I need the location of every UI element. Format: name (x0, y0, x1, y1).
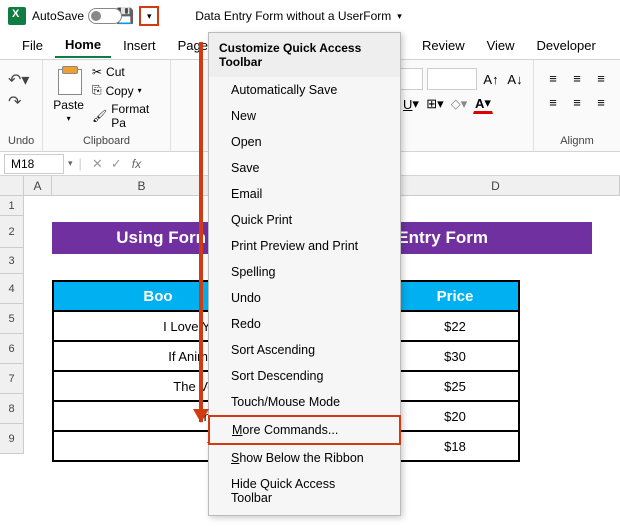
row-header[interactable]: 7 (0, 364, 24, 394)
paste-button[interactable]: Paste ▾ (51, 64, 86, 125)
col-header-d[interactable]: D (372, 176, 620, 195)
col-header-b[interactable]: B (52, 176, 232, 195)
tab-insert[interactable]: Insert (113, 34, 166, 57)
row-header[interactable]: 3 (0, 248, 24, 274)
row-header[interactable]: 2 (0, 216, 24, 248)
qat-dropdown-button[interactable]: ▾ (139, 6, 159, 26)
qat-customize-menu: Customize Quick Access Toolbar Automatic… (208, 32, 401, 516)
cell-price[interactable]: $30 (391, 341, 519, 371)
cut-icon: ✂ (92, 65, 102, 79)
menu-new[interactable]: New (209, 103, 400, 129)
document-title: Data Entry Form without a UserForm (195, 9, 391, 23)
tab-home[interactable]: Home (55, 33, 111, 58)
autosave-toggle[interactable]: AutoSave Off (32, 8, 111, 24)
undo-button[interactable]: ↶▾ (8, 70, 29, 90)
tab-developer[interactable]: Developer (527, 34, 606, 57)
align-bottom-icon[interactable]: ≡ (590, 68, 612, 88)
banner-left-text: Using Forn (52, 222, 208, 254)
menu-email[interactable]: Email (209, 181, 400, 207)
menu-spelling[interactable]: Spelling (209, 259, 400, 285)
tab-review[interactable]: Review (412, 34, 475, 57)
undo-group-label: Undo (8, 135, 34, 147)
tab-view[interactable]: View (477, 34, 525, 57)
format-painter-button[interactable]: 🖌Format Pa (90, 101, 162, 131)
paste-icon (55, 66, 83, 96)
fill-color-button[interactable]: ◇▾ (449, 94, 469, 114)
fx-icon[interactable]: fx (126, 157, 147, 171)
menu-hide-qat[interactable]: Hide Quick Access Toolbar (209, 471, 400, 511)
annotation-arrow (199, 42, 203, 422)
cut-button[interactable]: ✂Cut (90, 64, 162, 80)
clipboard-group-label: Clipboard (51, 135, 161, 147)
tab-file[interactable]: File (12, 34, 53, 57)
copy-button[interactable]: ⎘Copy▾ (90, 82, 162, 99)
decrease-font-icon[interactable]: A↓ (505, 69, 525, 89)
menu-sort-desc[interactable]: Sort Descending (209, 363, 400, 389)
align-right-icon[interactable]: ≡ (590, 92, 612, 112)
font-color-button[interactable]: A▾ (473, 94, 493, 114)
toggle-switch-icon[interactable] (88, 8, 122, 24)
col-header-a[interactable]: A (24, 176, 52, 195)
font-size-box[interactable] (427, 68, 477, 90)
cell-price[interactable]: $18 (391, 431, 519, 461)
cell-price[interactable]: $25 (391, 371, 519, 401)
menu-sort-asc[interactable]: Sort Ascending (209, 337, 400, 363)
confirm-icon[interactable]: ✓ (107, 156, 126, 172)
brush-icon: 🖌 (92, 109, 107, 123)
redo-button[interactable]: ↷ (8, 92, 21, 112)
row-header[interactable]: 8 (0, 394, 24, 424)
menu-save[interactable]: Save (209, 155, 400, 181)
row-header[interactable]: 6 (0, 334, 24, 364)
menu-auto-save[interactable]: Automatically Save (209, 77, 400, 103)
cell-price[interactable]: $22 (391, 311, 519, 341)
row-header[interactable]: 4 (0, 274, 24, 304)
copy-icon: ⎘ (92, 83, 102, 98)
menu-quick-print[interactable]: Quick Print (209, 207, 400, 233)
title-bar: AutoSave Off 💾 ▾ Data Entry Form without… (0, 0, 620, 32)
menu-touch-mode[interactable]: Touch/Mouse Mode (209, 389, 400, 415)
alignment-group-label: Alignm (542, 135, 612, 147)
excel-logo-icon (8, 7, 26, 25)
menu-open[interactable]: Open (209, 129, 400, 155)
align-middle-icon[interactable]: ≡ (566, 68, 588, 88)
name-box[interactable]: M18 (4, 154, 64, 174)
border-button[interactable]: ⊞▾ (425, 94, 445, 114)
align-center-icon[interactable]: ≡ (566, 92, 588, 112)
align-top-icon[interactable]: ≡ (542, 68, 564, 88)
menu-show-below[interactable]: Show Below the Ribbon (209, 445, 400, 471)
th-price[interactable]: Price (391, 281, 519, 311)
menu-print-preview[interactable]: Print Preview and Print (209, 233, 400, 259)
cancel-icon[interactable]: ✕ (88, 156, 107, 172)
menu-more-commands[interactable]: More Commands... (208, 415, 401, 445)
row-header[interactable]: 1 (0, 196, 24, 216)
menu-header: Customize Quick Access Toolbar (209, 33, 400, 77)
row-header[interactable]: 9 (0, 424, 24, 454)
select-all-corner[interactable] (0, 176, 24, 195)
title-dropdown-icon[interactable]: ▾ (397, 11, 402, 22)
menu-redo[interactable]: Redo (209, 311, 400, 337)
cell-price[interactable]: $20 (391, 401, 519, 431)
autosave-label: AutoSave (32, 9, 84, 23)
menu-undo[interactable]: Undo (209, 285, 400, 311)
align-left-icon[interactable]: ≡ (542, 92, 564, 112)
underline-button[interactable]: U▾ (401, 94, 421, 114)
row-header[interactable]: 5 (0, 304, 24, 334)
increase-font-icon[interactable]: A↑ (481, 69, 501, 89)
